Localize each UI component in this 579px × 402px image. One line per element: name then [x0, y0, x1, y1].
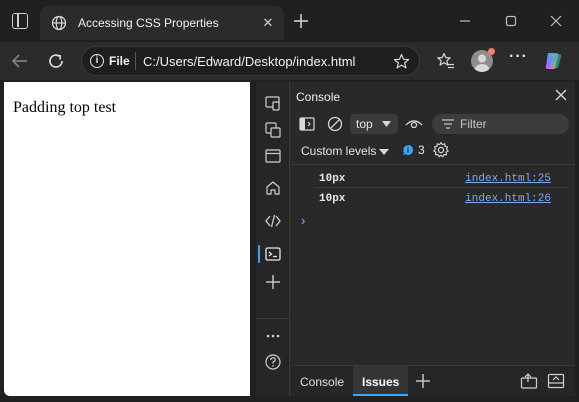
title-bar: Accessing CSS Properties ✕	[0, 0, 579, 42]
elements-code-icon[interactable]	[264, 212, 282, 230]
filter-placeholder: Filter	[460, 117, 487, 131]
filter-input[interactable]: Filter	[432, 114, 569, 134]
dock-drawer-icon[interactable]	[520, 373, 538, 389]
context-selector[interactable]: top	[350, 114, 398, 134]
activity-separator	[256, 318, 290, 319]
filter-icon	[442, 119, 454, 129]
favorites-icon[interactable]	[437, 52, 455, 70]
more-options-icon[interactable]: ···	[509, 49, 527, 70]
device-emulation-icon[interactable]	[264, 94, 282, 112]
devtools: Console top Filter Custom levels 3 10px …	[256, 82, 575, 396]
log-levels-dropdown[interactable]: Custom levels	[301, 144, 376, 158]
tab-actions-icon[interactable]	[12, 13, 28, 29]
inspect-element-icon[interactable]	[264, 121, 282, 139]
minimize-icon[interactable]	[458, 14, 472, 28]
close-window-icon[interactable]	[549, 14, 563, 28]
console-prompt[interactable]: ›	[301, 213, 305, 228]
issues-count[interactable]: 3	[418, 143, 425, 157]
browser-toolbar: i File C:/Users/Edward/Desktop/index.htm…	[0, 42, 579, 80]
help-icon[interactable]	[264, 353, 282, 371]
toolbar-divider	[291, 164, 575, 165]
page-body-text: Padding top test	[13, 99, 117, 116]
profile-notification-dot	[488, 48, 495, 55]
welcome-icon[interactable]	[264, 147, 282, 165]
home-icon[interactable]	[264, 179, 282, 197]
show-sidebar-icon[interactable]	[299, 117, 315, 131]
drawer-tabbar: Console Issues	[291, 365, 575, 396]
console-message-text: 10px	[319, 193, 346, 205]
url-scheme-label: File	[109, 54, 130, 68]
close-tab-icon[interactable]: ✕	[260, 15, 276, 31]
site-info-icon[interactable]: i	[90, 54, 104, 68]
gear-icon[interactable]	[432, 141, 450, 159]
active-tool-indicator	[258, 245, 260, 263]
clear-console-icon[interactable]	[327, 116, 343, 132]
undock-drawer-icon[interactable]	[547, 373, 565, 389]
maximize-icon[interactable]	[504, 14, 518, 28]
browser-tab[interactable]: Accessing CSS Properties ✕	[40, 6, 284, 40]
live-expression-eye-icon[interactable]	[405, 117, 423, 131]
add-tool-plus-icon[interactable]	[415, 373, 431, 389]
tab-title: Accessing CSS Properties	[78, 16, 219, 30]
add-favorite-star-icon[interactable]	[393, 53, 410, 70]
console-message: 10px index.html:26	[291, 188, 575, 208]
new-tab-icon[interactable]	[293, 13, 309, 29]
devtools-activity-bar	[256, 82, 290, 396]
drawer-tab-issues[interactable]: Issues	[353, 366, 409, 396]
console-icon[interactable]	[264, 245, 282, 263]
console-panel: Console top Filter Custom levels 3 10px …	[291, 82, 575, 396]
context-value: top	[356, 117, 373, 131]
console-message-text: 10px	[319, 173, 346, 185]
chevron-down-icon[interactable]	[379, 148, 389, 156]
globe-icon	[51, 15, 67, 31]
panel-title: Console	[296, 90, 341, 104]
console-message-source-link[interactable]: index.html:26	[465, 193, 551, 205]
more-tools-plus-icon[interactable]	[264, 273, 282, 291]
page-viewport: Padding top test	[4, 82, 250, 396]
drawer-tab-console[interactable]: Console	[291, 366, 353, 396]
close-panel-icon[interactable]	[554, 88, 568, 102]
back-arrow-icon[interactable]	[11, 52, 29, 70]
console-message-source-link[interactable]: index.html:25	[465, 173, 551, 185]
issues-info-icon[interactable]	[402, 144, 414, 156]
console-message: 10px index.html:25	[291, 168, 575, 188]
chevron-down-icon	[382, 121, 391, 127]
copilot-icon[interactable]	[543, 51, 563, 71]
customize-menu-icon[interactable]	[264, 327, 282, 345]
address-bar[interactable]: i File C:/Users/Edward/Desktop/index.htm…	[81, 46, 420, 76]
url-separator	[135, 52, 136, 70]
url-text[interactable]: C:/Users/Edward/Desktop/index.html	[143, 54, 355, 69]
reload-icon[interactable]	[47, 52, 65, 70]
